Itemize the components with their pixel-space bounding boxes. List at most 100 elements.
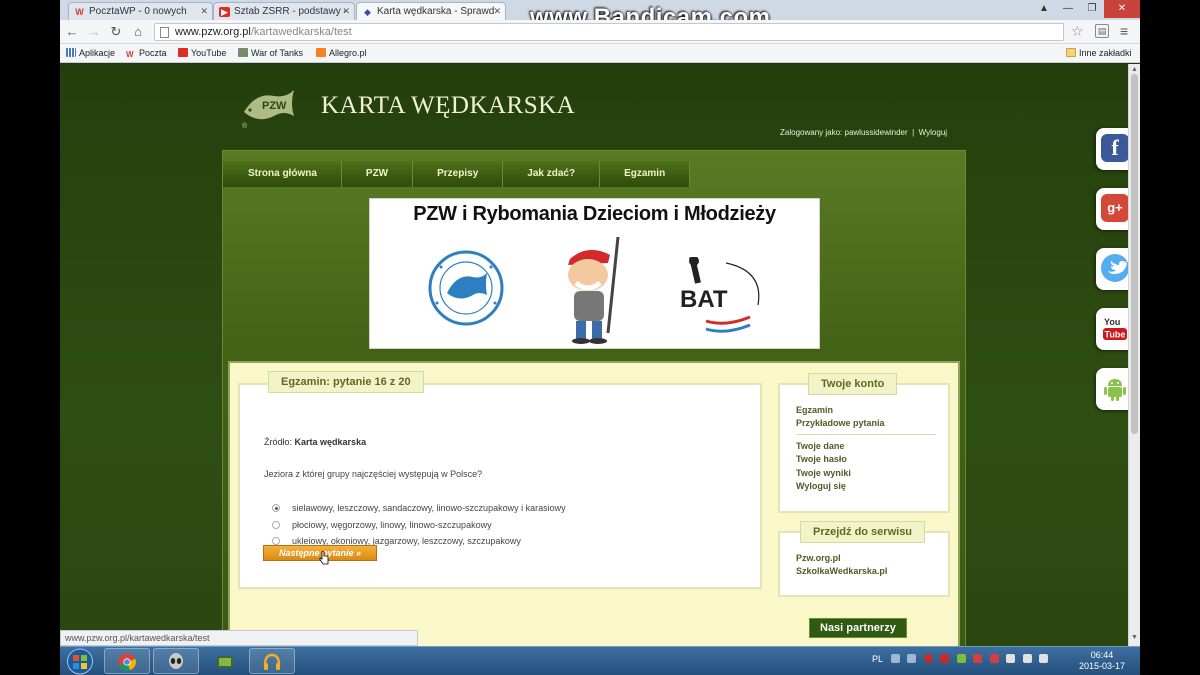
apps-grid-icon [66,48,76,57]
signal-icon[interactable] [1022,654,1032,663]
banner-title: PZW i Rybomania Dzieciom i Młodzieży [413,203,776,225]
social-android[interactable] [1096,368,1132,410]
social-google-plus[interactable]: g+ [1096,188,1132,230]
app-tray-icon[interactable] [956,654,966,663]
close-icon[interactable]: ✕ [493,6,501,17]
bookmark-star-icon[interactable]: ☆ [1071,23,1084,40]
nav-egzamin[interactable]: Egzamin [600,161,691,187]
menu-icon[interactable]: ≡ [1120,23,1128,39]
volume-icon[interactable] [1039,654,1049,663]
question-heading: Egzamin: pytanie 16 z 20 [268,371,424,393]
taskbar-alien-app[interactable] [153,648,199,674]
chrome-icon [118,653,136,671]
svg-text:BAT: BAT [680,286,728,313]
logout-link[interactable]: Wyloguj [919,128,947,137]
tab-sztab-zsrr[interactable]: ▶ Sztab ZSRR - podstawy - ✕ [213,2,355,20]
language-indicator[interactable]: PL [872,654,883,664]
taskbar-chrome[interactable] [104,648,150,674]
account-panel-title: Twoje konto [808,373,898,395]
forward-icon[interactable]: → [86,24,102,40]
scroll-up-icon[interactable]: ▲ [1131,66,1138,73]
scroll-down-icon[interactable]: ▼ [1131,634,1138,641]
social-youtube[interactable]: You Tube [1096,308,1132,350]
nav-home[interactable]: Strona główna [223,161,342,187]
bookmark-poczta[interactable]: W Poczta [126,48,167,59]
radio-selected[interactable] [272,504,280,512]
bookmark-war-of-tanks[interactable]: War of Tanks [238,48,303,58]
bookmark-allegro[interactable]: Allegro.pl [316,48,367,58]
page-icon [160,27,169,38]
keyboard-icon[interactable] [890,654,900,663]
extension-icon[interactable]: ▤ [1095,24,1109,38]
close-icon[interactable]: ✕ [342,6,350,17]
headphones-icon [263,653,281,670]
user-icon[interactable]: ▲ [1032,0,1056,18]
window-close-icon[interactable]: ✕ [1104,0,1140,18]
home-icon[interactable]: ⌂ [130,24,146,40]
content-wrapper: Strona główna PZW Przepisy Jak zdać? Egz… [222,150,966,646]
link-szkolka-wedkarska[interactable]: SzkolkaWedkarska.pl [796,566,887,576]
monitor-icon[interactable] [907,654,917,663]
reload-icon[interactable]: ↻ [108,24,124,40]
nav-jak-zdac[interactable]: Jak zdać? [503,161,601,187]
maximize-icon[interactable]: ❐ [1080,0,1104,18]
source-value: Karta wędkarska [294,437,367,447]
antivirus-icon[interactable] [940,654,950,663]
hand-cursor-icon [319,551,329,565]
status-bar-url: www.pzw.org.pl/kartawedkarska/test [60,630,418,646]
site-title: KARTA WĘDKARSKA [321,92,576,119]
pzw-fish-logo-icon[interactable]: PZW ® [240,82,298,130]
content-inner: Egzamin: pytanie 16 z 20 Źródło: Karta w… [228,361,960,646]
tab-label: Karta wędkarska - Sprawd [377,6,495,17]
bookmark-other-folder[interactable]: Inne zakładki [1066,48,1132,58]
scrollbar-thumb[interactable] [1131,74,1138,434]
taskbar-bandicam[interactable] [249,648,295,674]
system-tray: PL [872,654,1053,664]
link-twoje-haslo[interactable]: Twoje hasło [796,454,847,464]
link-wyloguj-sie[interactable]: Wyloguj się [796,481,846,491]
tab-pocztawp[interactable]: W PocztaWP - 0 nowych ✕ [68,2,213,20]
network-warning-icon[interactable] [989,654,999,663]
promo-banner[interactable]: PZW i Rybomania Dzieciom i Młodzieży BAT [369,198,820,349]
page-scrollbar[interactable]: ▲ ▼ [1128,64,1140,646]
login-status: Zalogowany jako: pawlussidewinder | Wylo… [780,128,948,137]
wp-logo-icon: W [126,50,134,59]
bookmark-youtube[interactable]: YouTube [178,48,226,58]
nav-pzw[interactable]: PZW [341,161,414,187]
windows-start-icon[interactable] [64,648,96,675]
link-egzamin[interactable]: Egzamin [796,405,833,415]
svg-text:PZW: PZW [262,100,287,112]
minimize-icon[interactable]: — [1056,0,1080,18]
back-icon[interactable]: ← [64,24,80,40]
record-icon[interactable] [923,654,933,663]
radio-unselected[interactable] [272,537,280,545]
bookmark-apps[interactable]: Aplikacje [66,48,115,58]
taskbar-clock[interactable]: 06:44 2015-03-17 [1077,650,1127,672]
window-controls: ▲ — ❐ ✕ [1032,0,1140,18]
flag-icon[interactable] [1006,654,1016,663]
answer-option-2[interactable]: płociowy, węgorzowy, linowy, linowo-szcz… [272,520,492,530]
taskbar-game-app[interactable] [202,648,248,674]
link-twoje-dane[interactable]: Twoje dane [796,441,844,451]
youtube-icon: You Tube [1101,314,1129,342]
link-przykladowe-pytania[interactable]: Przykładowe pytania [796,418,885,428]
radio-unselected[interactable] [272,521,280,529]
main-nav: Strona główna PZW Przepisy Jak zdać? Egz… [223,161,691,187]
nav-przepisy[interactable]: Przepisy [413,161,504,187]
link-twoje-wyniki[interactable]: Twoje wyniki [796,468,851,478]
speaker-warning-icon[interactable] [973,654,983,663]
social-twitter[interactable] [1096,248,1132,290]
close-icon[interactable]: ✕ [200,6,208,17]
folder-icon [1066,48,1076,57]
browser-toolbar: ← → ↻ ⌂ www.pzw.org.pl/kartawedkarska/te… [60,20,1140,44]
youtube-icon: ▶ [219,7,230,17]
answer-option-1[interactable]: sielawowy, leszczowy, sandaczowy, linowo… [272,503,566,513]
social-facebook[interactable]: f [1096,128,1132,170]
link-pzw-org-pl[interactable]: Pzw.org.pl [796,553,841,563]
tab-karta-wedkarska[interactable]: ◆ Karta wędkarska - Sprawd ✕ [356,2,506,20]
svg-text:Tube: Tube [1105,330,1126,340]
tab-label: PocztaWP - 0 nowych [89,6,187,17]
source-line: Źródło: Karta wędkarska [264,437,367,447]
address-bar[interactable]: www.pzw.org.pl/kartawedkarska/test [154,23,1064,41]
url-path: /kartawedkarska/test [250,26,352,38]
